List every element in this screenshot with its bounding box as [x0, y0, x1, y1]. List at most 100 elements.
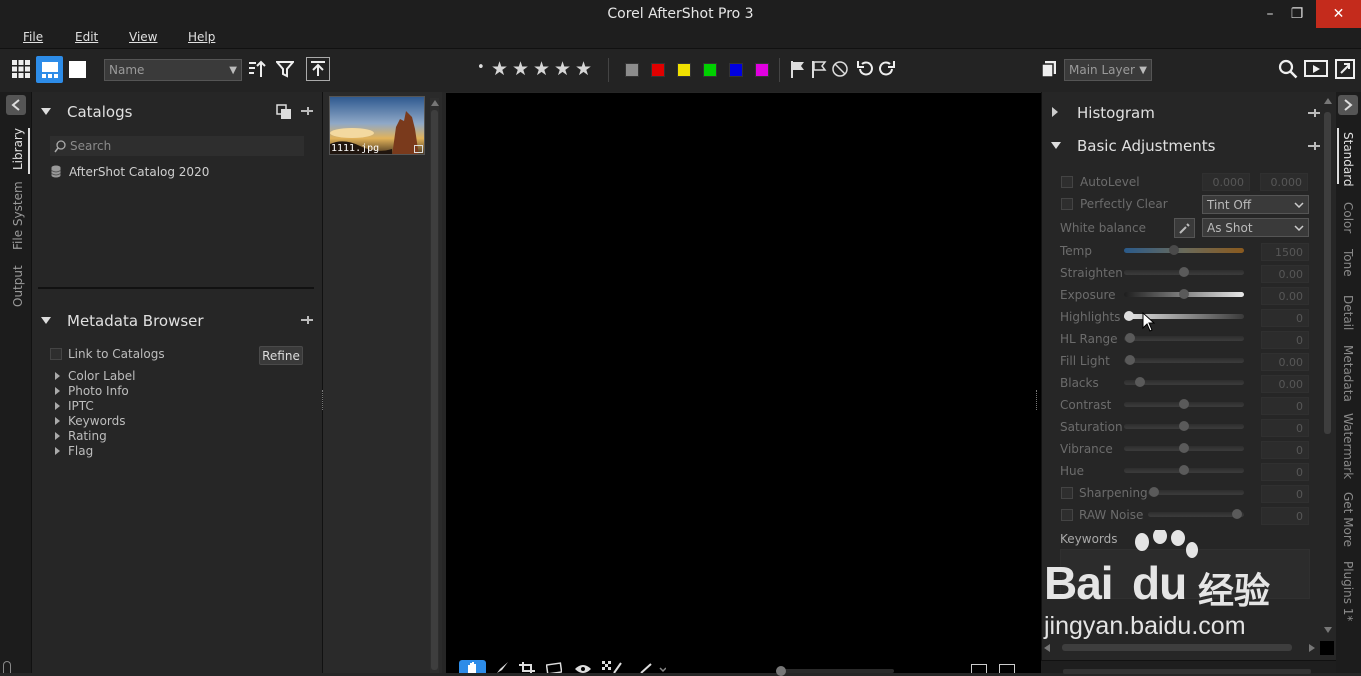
pin-icon[interactable]: [300, 104, 314, 121]
star-5-icon[interactable]: ★: [575, 58, 592, 80]
saturation-value[interactable]: 0: [1261, 419, 1309, 437]
white-balance-select[interactable]: As Shot: [1202, 218, 1309, 237]
adjustments-scrollbar[interactable]: [1323, 98, 1332, 638]
slider-knob[interactable]: [1179, 399, 1189, 409]
refine-button[interactable]: Refine: [259, 346, 303, 365]
temp-value[interactable]: 1500: [1261, 243, 1309, 261]
highlights-value[interactable]: 0: [1261, 309, 1309, 327]
meta-item-flag[interactable]: Flag: [68, 444, 93, 458]
search-icon[interactable]: [1277, 58, 1299, 80]
sharpening-slider[interactable]: [1148, 487, 1244, 497]
hl-range-value[interactable]: 0: [1261, 331, 1309, 349]
catalog-manage-icon[interactable]: [276, 104, 292, 123]
footer-control[interactable]: [1063, 669, 1311, 674]
fullscreen-icon[interactable]: [1334, 58, 1356, 80]
slider-knob[interactable]: [1135, 377, 1145, 387]
vibrance-value[interactable]: 0: [1261, 441, 1309, 459]
autolevel-checkbox[interactable]: [1061, 176, 1073, 188]
meta-item-photo-info[interactable]: Photo Info: [68, 384, 129, 398]
scroll-right-icon[interactable]: [1309, 644, 1315, 652]
tab-detail[interactable]: Detail: [1341, 295, 1355, 330]
scroll-left-icon[interactable]: [1044, 644, 1050, 652]
filmstrip-scrollbar[interactable]: [430, 98, 439, 673]
slideshow-icon[interactable]: [1303, 58, 1329, 80]
perfectly-clear-checkbox[interactable]: [1061, 198, 1073, 210]
catalog-item[interactable]: AfterShot Catalog 2020: [69, 165, 209, 179]
slider-knob[interactable]: [1125, 355, 1135, 365]
left-splitter-handle[interactable]: [322, 390, 326, 410]
image-viewer[interactable]: [446, 93, 1041, 673]
filter-icon[interactable]: [274, 58, 296, 80]
tab-watermark[interactable]: Watermark: [1341, 413, 1355, 479]
grid-view-icon[interactable]: [10, 58, 32, 80]
scroll-thumb[interactable]: [431, 110, 438, 670]
perfectly-clear-select[interactable]: Tint Off: [1202, 195, 1309, 214]
sort-order-icon[interactable]: [246, 58, 268, 80]
star-4-icon[interactable]: ★: [554, 58, 571, 80]
compare-tool-icon[interactable]: [602, 661, 622, 676]
temp-slider[interactable]: [1124, 245, 1244, 255]
rating-clear-dot[interactable]: •: [477, 60, 485, 75]
tab-output[interactable]: Output: [11, 265, 25, 307]
pin-icon[interactable]: [300, 313, 314, 330]
expand-triangle-icon[interactable]: [55, 432, 60, 440]
collapse-right-button[interactable]: [1338, 95, 1358, 115]
layers-icon[interactable]: [1039, 59, 1059, 79]
flag-pick-icon[interactable]: [788, 59, 808, 79]
filmstrip-view-icon[interactable]: [36, 56, 63, 83]
saturation-slider[interactable]: [1124, 421, 1244, 431]
hand-tool-button[interactable]: [459, 660, 486, 673]
single-view-icon[interactable]: [67, 59, 87, 79]
straighten-value[interactable]: 0.00: [1261, 265, 1309, 283]
tab-get-more[interactable]: Get More: [1341, 492, 1355, 547]
collapse-triangle-icon[interactable]: [41, 108, 51, 115]
flag-reject-icon[interactable]: [809, 59, 829, 79]
expand-triangle-icon[interactable]: [1052, 107, 1058, 117]
pen-tool-icon[interactable]: [640, 662, 667, 676]
meta-item-rating[interactable]: Rating: [68, 429, 107, 443]
meta-item-iptc[interactable]: IPTC: [68, 399, 94, 413]
catalog-search-input[interactable]: Search: [50, 136, 304, 156]
brush-tool-icon[interactable]: [495, 662, 509, 676]
tab-plugins[interactable]: Plugins 1*: [1341, 561, 1355, 621]
color-label-yellow[interactable]: [677, 63, 691, 77]
slider-knob[interactable]: [1179, 267, 1189, 277]
close-button[interactable]: ✕: [1316, 0, 1361, 28]
sort-select[interactable]: Name ▼: [104, 59, 242, 81]
color-label-red[interactable]: [651, 63, 665, 77]
scroll-thumb[interactable]: [1324, 112, 1331, 434]
blacks-slider[interactable]: [1124, 377, 1244, 387]
expand-triangle-icon[interactable]: [55, 402, 60, 410]
meta-item-color-label[interactable]: Color Label: [68, 369, 136, 383]
layer-select[interactable]: Main Layer ▼: [1064, 59, 1152, 81]
zoom-slider-knob[interactable]: [776, 666, 786, 676]
contrast-value[interactable]: 0: [1261, 397, 1309, 415]
slider-knob[interactable]: [1179, 443, 1189, 453]
export-icon[interactable]: [306, 57, 330, 81]
hue-value[interactable]: 0: [1261, 463, 1309, 481]
straighten-slider[interactable]: [1124, 267, 1244, 277]
sharpening-checkbox[interactable]: [1061, 487, 1073, 499]
slider-knob[interactable]: [1179, 421, 1189, 431]
exposure-slider[interactable]: [1124, 289, 1244, 299]
raw-noise-checkbox[interactable]: [1061, 509, 1073, 521]
slider-knob[interactable]: [1124, 311, 1134, 321]
collapse-left-button[interactable]: [6, 95, 26, 115]
tab-standard[interactable]: Standard: [1341, 132, 1355, 187]
tab-file-system[interactable]: File System: [11, 181, 25, 250]
menu-view[interactable]: View: [129, 30, 157, 44]
flag-clear-icon[interactable]: [830, 59, 850, 79]
eyedropper-button[interactable]: [1174, 218, 1195, 238]
vibrance-slider[interactable]: [1124, 443, 1244, 453]
tab-metadata[interactable]: Metadata: [1341, 345, 1355, 402]
star-3-icon[interactable]: ★: [533, 58, 550, 80]
right-splitter-handle[interactable]: [1036, 390, 1040, 410]
fit-view-icon[interactable]: [971, 664, 987, 673]
contrast-slider[interactable]: [1124, 399, 1244, 409]
link-catalogs-checkbox[interactable]: [50, 348, 62, 360]
exposure-value[interactable]: 0.00: [1261, 287, 1309, 305]
color-label-blue[interactable]: [729, 63, 743, 77]
collapse-triangle-icon[interactable]: [1051, 142, 1061, 149]
pin-icon[interactable]: [1307, 139, 1321, 156]
expand-triangle-icon[interactable]: [55, 417, 60, 425]
